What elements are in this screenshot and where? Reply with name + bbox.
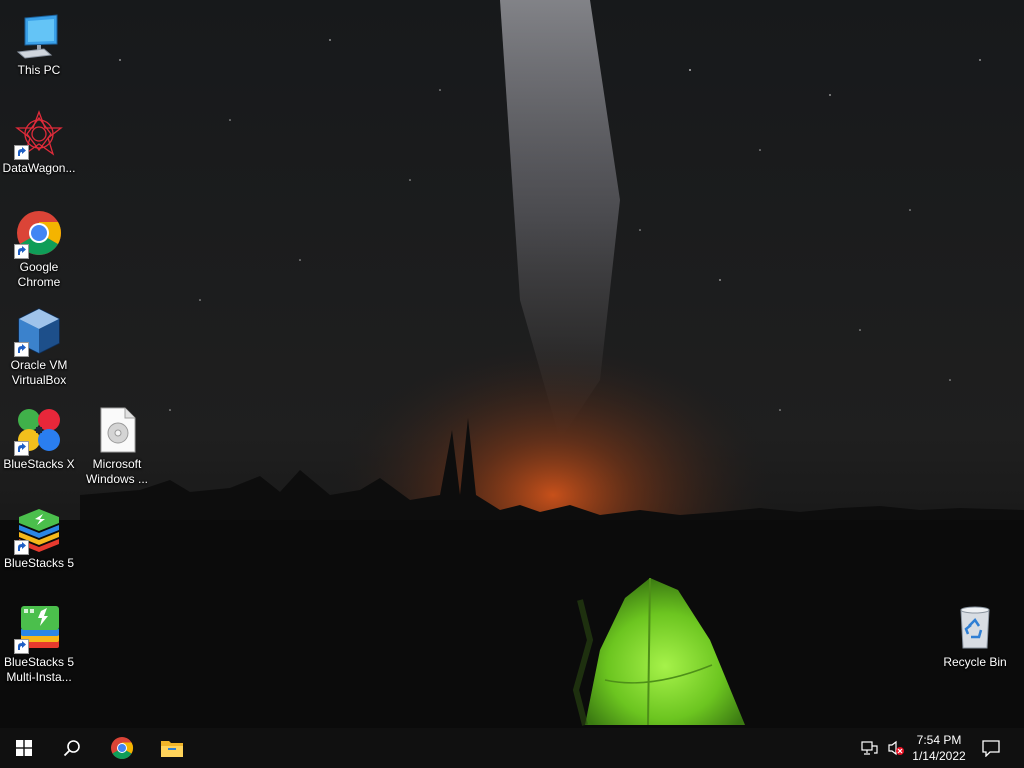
shortcut-arrow-icon — [14, 145, 29, 160]
network-tray-button[interactable] — [858, 728, 882, 768]
icon-label: BlueStacks 5 — [3, 556, 75, 570]
taskbar-file-explorer-button[interactable] — [148, 728, 196, 768]
recycle-bin-icon — [951, 604, 999, 652]
search-icon — [63, 740, 80, 757]
clock-date: 1/14/2022 — [912, 749, 966, 763]
chrome-icon — [111, 737, 133, 759]
icon-label: Google Chrome — [17, 260, 61, 289]
icon-label: DataWagon... — [2, 161, 76, 175]
icon-label: BlueStacks 5 Multi-Insta... — [3, 655, 75, 684]
clock-time: 7:54 PM — [916, 733, 962, 747]
action-center-button[interactable] — [976, 728, 1006, 768]
desktop-icon-google-chrome[interactable]: Google Chrome — [1, 205, 77, 297]
desktop-icon-microsoft-windows[interactable]: Microsoft Windows ... — [79, 402, 155, 494]
icon-label: Oracle VM VirtualBox — [10, 358, 68, 387]
clock-button[interactable]: 7:54 PM 1/14/2022 — [904, 732, 974, 764]
windows-start-icon — [16, 740, 32, 756]
document-file-icon — [93, 406, 141, 454]
desktop-icon-bluestacks-5[interactable]: BlueStacks 5 — [1, 501, 77, 593]
shortcut-arrow-icon — [14, 441, 29, 456]
desktop-icon-this-pc[interactable]: This PC — [1, 8, 77, 100]
desktop-icon-bluestacks-5-multi-instance[interactable]: BlueStacks 5 Multi-Insta... — [1, 600, 77, 692]
shortcut-arrow-icon — [14, 342, 29, 357]
desktop-wallpaper — [0, 0, 1024, 728]
volume-muted-icon — [888, 740, 904, 756]
icon-label: Recycle Bin — [943, 655, 1007, 669]
desktop-icon-bluestacks-x[interactable]: BlueStacks X — [1, 402, 77, 494]
icon-label: BlueStacks X — [3, 457, 75, 471]
desktop-icon-datawagon[interactable]: DataWagon... — [1, 106, 77, 198]
desktop-icon-oracle-vm-virtualbox[interactable]: Oracle VM VirtualBox — [1, 303, 77, 395]
shortcut-arrow-icon — [14, 540, 29, 555]
shortcut-arrow-icon — [14, 244, 29, 259]
taskbar-chrome-button[interactable] — [98, 728, 146, 768]
computer-icon — [15, 12, 63, 60]
file-explorer-icon — [161, 741, 183, 757]
start-button[interactable] — [0, 728, 48, 768]
desktop-icon-recycle-bin[interactable]: Recycle Bin — [937, 600, 1013, 692]
network-icon — [861, 741, 878, 755]
icon-label: This PC — [17, 63, 61, 77]
icon-label: Microsoft Windows ... — [85, 457, 148, 486]
action-center-icon — [982, 739, 1000, 757]
taskbar: 7:54 PM 1/14/2022 — [0, 728, 1024, 768]
shortcut-arrow-icon — [14, 639, 29, 654]
search-button[interactable] — [48, 728, 96, 768]
